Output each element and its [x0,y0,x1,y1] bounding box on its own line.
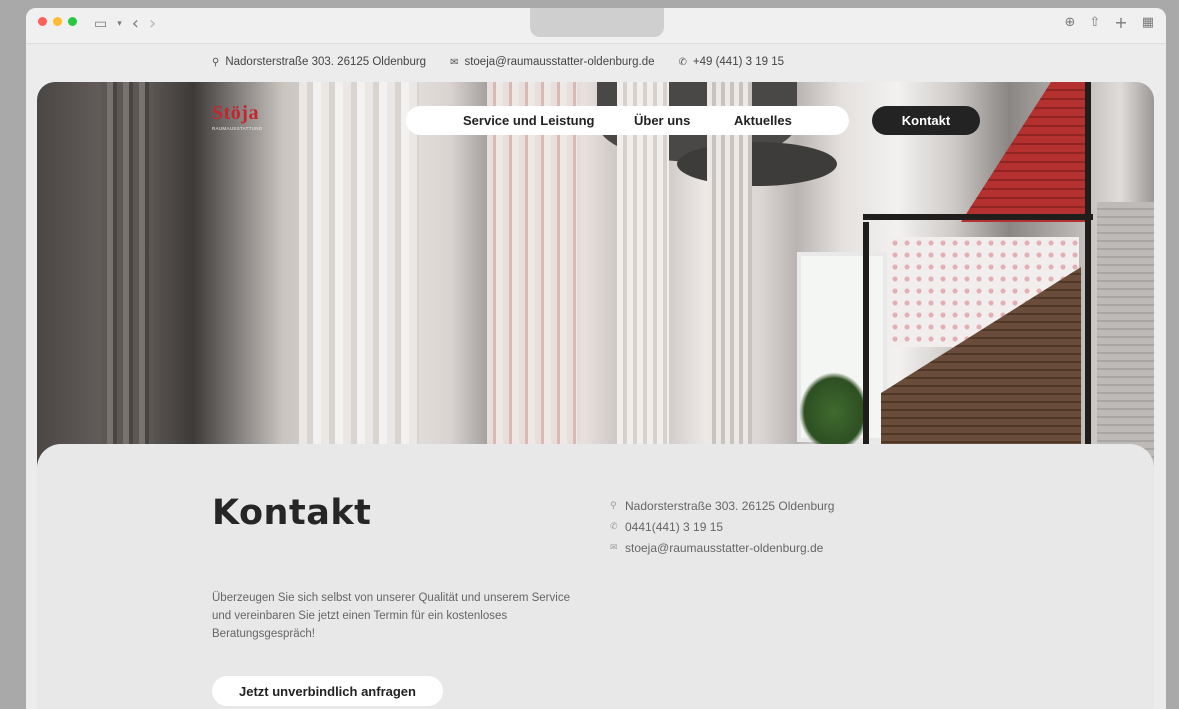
browser-toolbar: ▭ ▾ ‹ › ⊕ ⇧ + ▦ [26,8,1166,44]
nav-contact-button[interactable]: Kontakt [872,106,980,135]
page-title: Kontakt [212,493,372,533]
logo-subtitle: RAUMAUSSTATTUNG [212,126,263,131]
request-appointment-button[interactable]: Jetzt unverbindlich anfragen [212,676,443,706]
back-icon[interactable]: ‹ [132,13,139,34]
contact-section: Kontakt ⚲ Nadorsterstraße 303. 26125 Old… [37,444,1154,709]
tab-overview-icon[interactable]: ▦ [1142,15,1154,30]
forward-icon[interactable]: › [149,13,156,34]
mail-icon: ✉ [450,56,459,68]
hero-curtain [299,82,419,482]
contact-details: ⚲ Nadorsterstraße 303. 26125 Oldenburg ✆… [610,496,834,559]
contact-email[interactable]: ✉ stoeja@raumausstatter-oldenburg.de [610,538,834,559]
contact-address: ⚲ Nadorsterstraße 303. 26125 Oldenburg [610,496,834,517]
close-window-button[interactable] [38,17,47,26]
hero-curtain [707,82,752,482]
maximize-window-button[interactable] [68,17,77,26]
brand-logo[interactable]: Stöja RAUMAUSSTATTUNG [212,102,263,131]
hero-ceiling-lamp [677,142,837,186]
hero-frame-post [863,222,869,482]
chevron-down-icon[interactable]: ▾ [117,19,122,29]
contact-infobar: ⚲ Nadorsterstraße 303. 26125 Oldenburg ✉… [26,50,1166,74]
phone-icon: ✆ [610,522,618,532]
share-icon[interactable]: ⇧ [1089,15,1100,30]
hero-display-frame [857,82,1154,482]
hero-frame-post [863,214,1093,220]
browser-window: ▭ ▾ ‹ › ⊕ ⇧ + ▦ ⚲ Nadorsterstraße 303. 2… [26,8,1166,709]
nav-item-about[interactable]: Über uns [634,113,690,128]
phone-icon: ✆ [678,56,687,68]
minimize-window-button[interactable] [53,17,62,26]
hero-curtain [487,82,577,482]
toolbar-right: ⊕ ⇧ + ▦ [1064,13,1154,32]
nav-item-news[interactable]: Aktuelles [734,113,792,128]
sidebar-icon[interactable]: ▭ [94,16,107,32]
contact-phone[interactable]: ✆ 0441(441) 3 19 15 [610,517,834,538]
address-bar[interactable] [530,8,664,37]
logo-wordmark[interactable]: Stöja [212,102,263,125]
mail-icon: ✉ [610,543,618,553]
hero-frame-post [1085,82,1091,482]
window-controls [38,17,77,26]
download-icon[interactable]: ⊕ [1064,15,1075,30]
new-tab-icon[interactable]: + [1114,13,1127,32]
main-navigation: Service und Leistung Über uns Aktuelles [406,106,849,135]
contact-intro-text: Überzeugen Sie sich selbst von unserer Q… [212,592,570,640]
hero-curtain [101,82,153,482]
infobar-address: ⚲ Nadorsterstraße 303. 26125 Oldenburg [212,56,427,68]
nav-item-service[interactable]: Service und Leistung [463,113,594,128]
hero-image: Stöja RAUMAUSSTATTUNG Service und Leistu… [37,82,1154,482]
location-pin-icon: ⚲ [212,56,220,68]
location-pin-icon: ⚲ [610,501,617,511]
infobar-phone[interactable]: ✆ +49 (441) 3 19 15 [678,56,784,68]
hero-curtain [617,82,669,482]
infobar-email[interactable]: ✉ stoeja@raumausstatter-oldenburg.de [450,56,654,68]
toolbar-left: ▭ ▾ ‹ › [94,13,156,34]
